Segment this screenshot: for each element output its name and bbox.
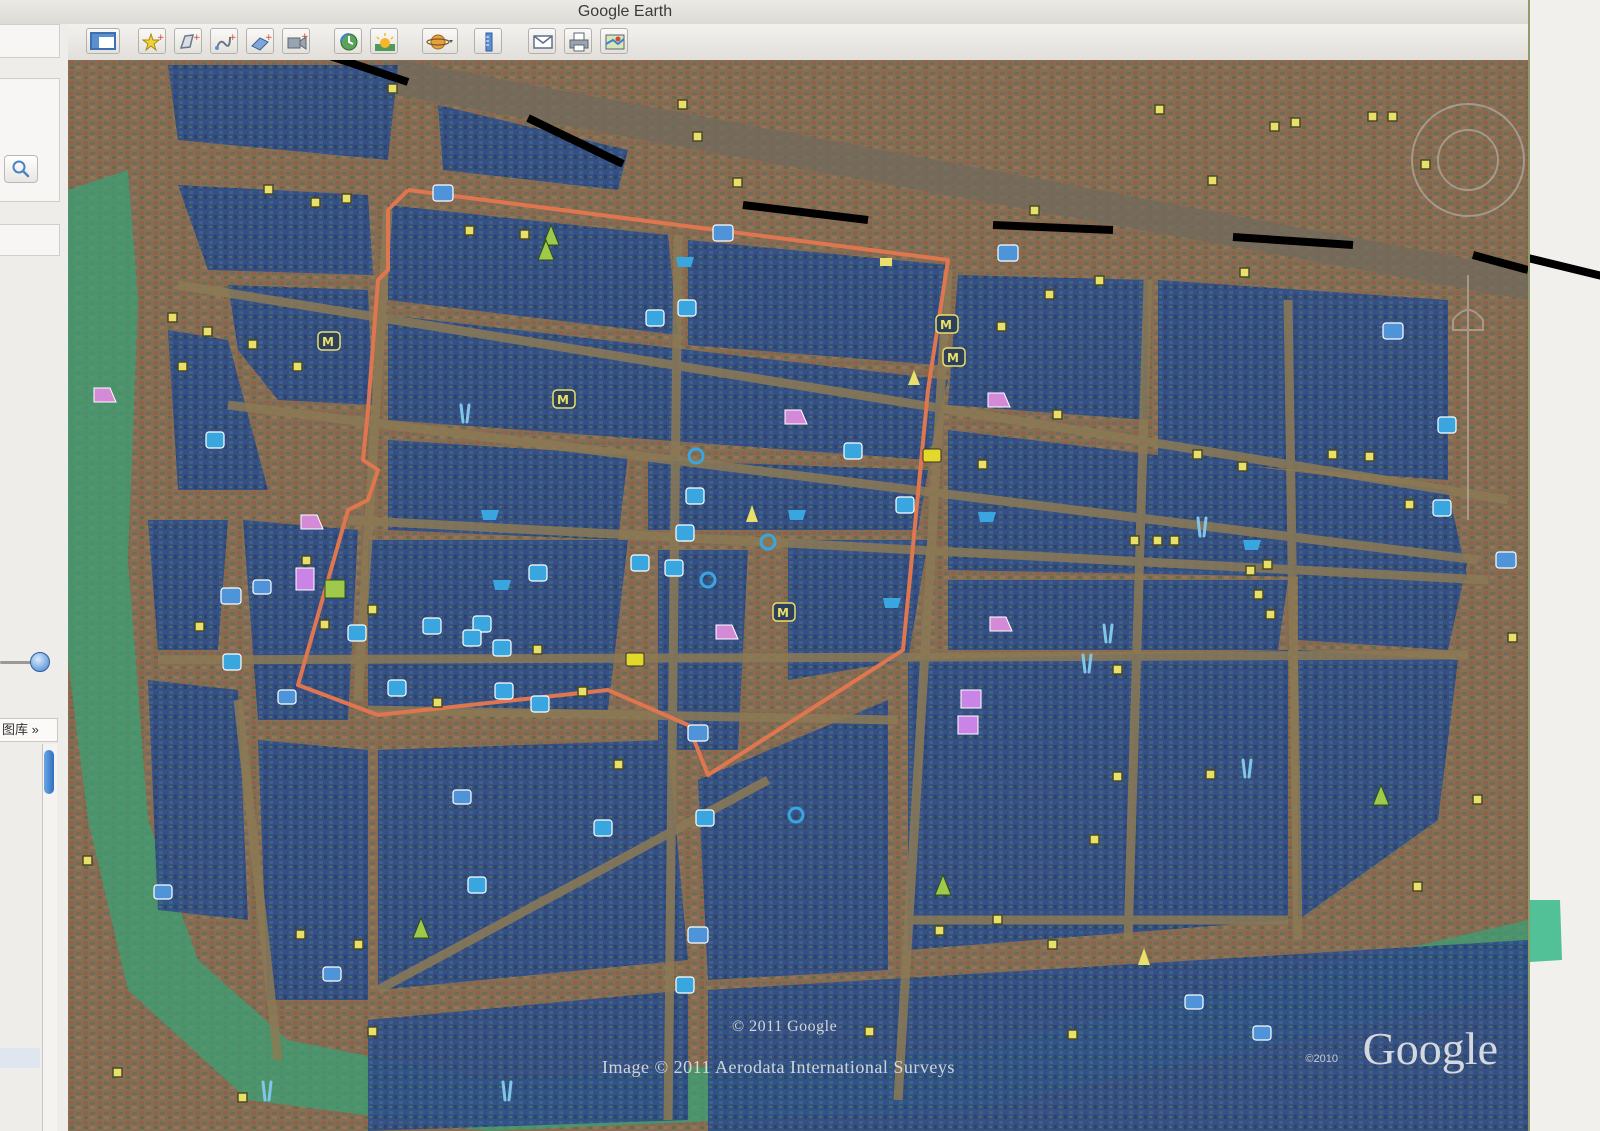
- gallery-button[interactable]: 图库 »: [0, 718, 58, 742]
- svg-text:M: M: [557, 393, 569, 407]
- sidebar-toggle-button[interactable]: [86, 28, 120, 54]
- add-path-button[interactable]: +: [210, 28, 238, 54]
- historical-imagery-icon: [340, 33, 358, 51]
- window-title: Google Earth: [577, 3, 673, 20]
- sunlight-button[interactable]: [370, 28, 398, 54]
- logo-year: ©2010: [1305, 1053, 1338, 1065]
- add-placemark-button[interactable]: +: [138, 28, 166, 54]
- sidebar-selected-row[interactable]: [0, 1048, 40, 1068]
- sunlight-icon: [375, 33, 395, 51]
- svg-text:+: +: [193, 33, 200, 43]
- svg-text:M: M: [940, 318, 952, 332]
- ruler-icon: [485, 32, 493, 52]
- imagery-credit: Image © 2011 Aerodata International Surv…: [602, 1057, 955, 1077]
- slider-thumb[interactable]: [30, 652, 50, 672]
- search-button[interactable]: [4, 155, 38, 183]
- maps-icon: [605, 34, 625, 50]
- email-icon: [533, 35, 553, 49]
- switch-planet-button[interactable]: [422, 28, 458, 54]
- svg-text:+: +: [265, 33, 272, 43]
- toolbar: + + + + +: [68, 24, 1556, 61]
- add-polygon-button[interactable]: +: [174, 28, 202, 54]
- sidebar-icon: [90, 32, 116, 50]
- map-view[interactable]: M M M M M © 2011 Google Image © 2011 Aeroda…: [68, 60, 1528, 1131]
- layers-opacity-slider[interactable]: [0, 652, 52, 672]
- view-in-maps-button[interactable]: [600, 28, 628, 54]
- svg-text:+: +: [229, 33, 236, 43]
- satellite-map[interactable]: M M M M M: [68, 60, 1528, 1131]
- record-tour-icon: +: [287, 32, 308, 50]
- canal-annotation: [1530, 254, 1600, 962]
- historical-imagery-button[interactable]: [334, 28, 362, 54]
- print-button[interactable]: [564, 28, 592, 54]
- email-button[interactable]: [528, 28, 556, 54]
- sidebar: 图库 »: [0, 24, 69, 1131]
- map-copyright: © 2011 Google: [732, 1018, 838, 1035]
- window-right-edge: [1528, 0, 1600, 1131]
- scrollbar-thumb[interactable]: [44, 750, 54, 794]
- svg-text:M: M: [322, 335, 334, 349]
- svg-text:+: +: [301, 32, 308, 42]
- search-panel: [0, 78, 60, 202]
- print-icon: [569, 32, 589, 52]
- places-panel-header[interactable]: [0, 224, 60, 256]
- sidebar-scrollbar[interactable]: [42, 744, 57, 1131]
- svg-text:M: M: [777, 606, 789, 620]
- svg-text:+: +: [157, 33, 164, 43]
- path-icon: +: [215, 33, 236, 50]
- google-logo: Google: [1362, 1023, 1498, 1074]
- sidebar-header-panel: [0, 24, 60, 58]
- search-icon: [12, 160, 30, 178]
- image-overlay-icon: +: [251, 33, 272, 51]
- ruler-button[interactable]: [474, 28, 502, 54]
- window-title-bar: Google Earth: [0, 0, 1556, 25]
- planet-icon: [426, 34, 453, 50]
- record-tour-button[interactable]: +: [282, 28, 310, 54]
- placemark-icon: +: [142, 32, 164, 52]
- svg-text:M: M: [947, 351, 959, 365]
- add-image-overlay-button[interactable]: +: [246, 28, 274, 54]
- polygon-icon: +: [179, 33, 200, 49]
